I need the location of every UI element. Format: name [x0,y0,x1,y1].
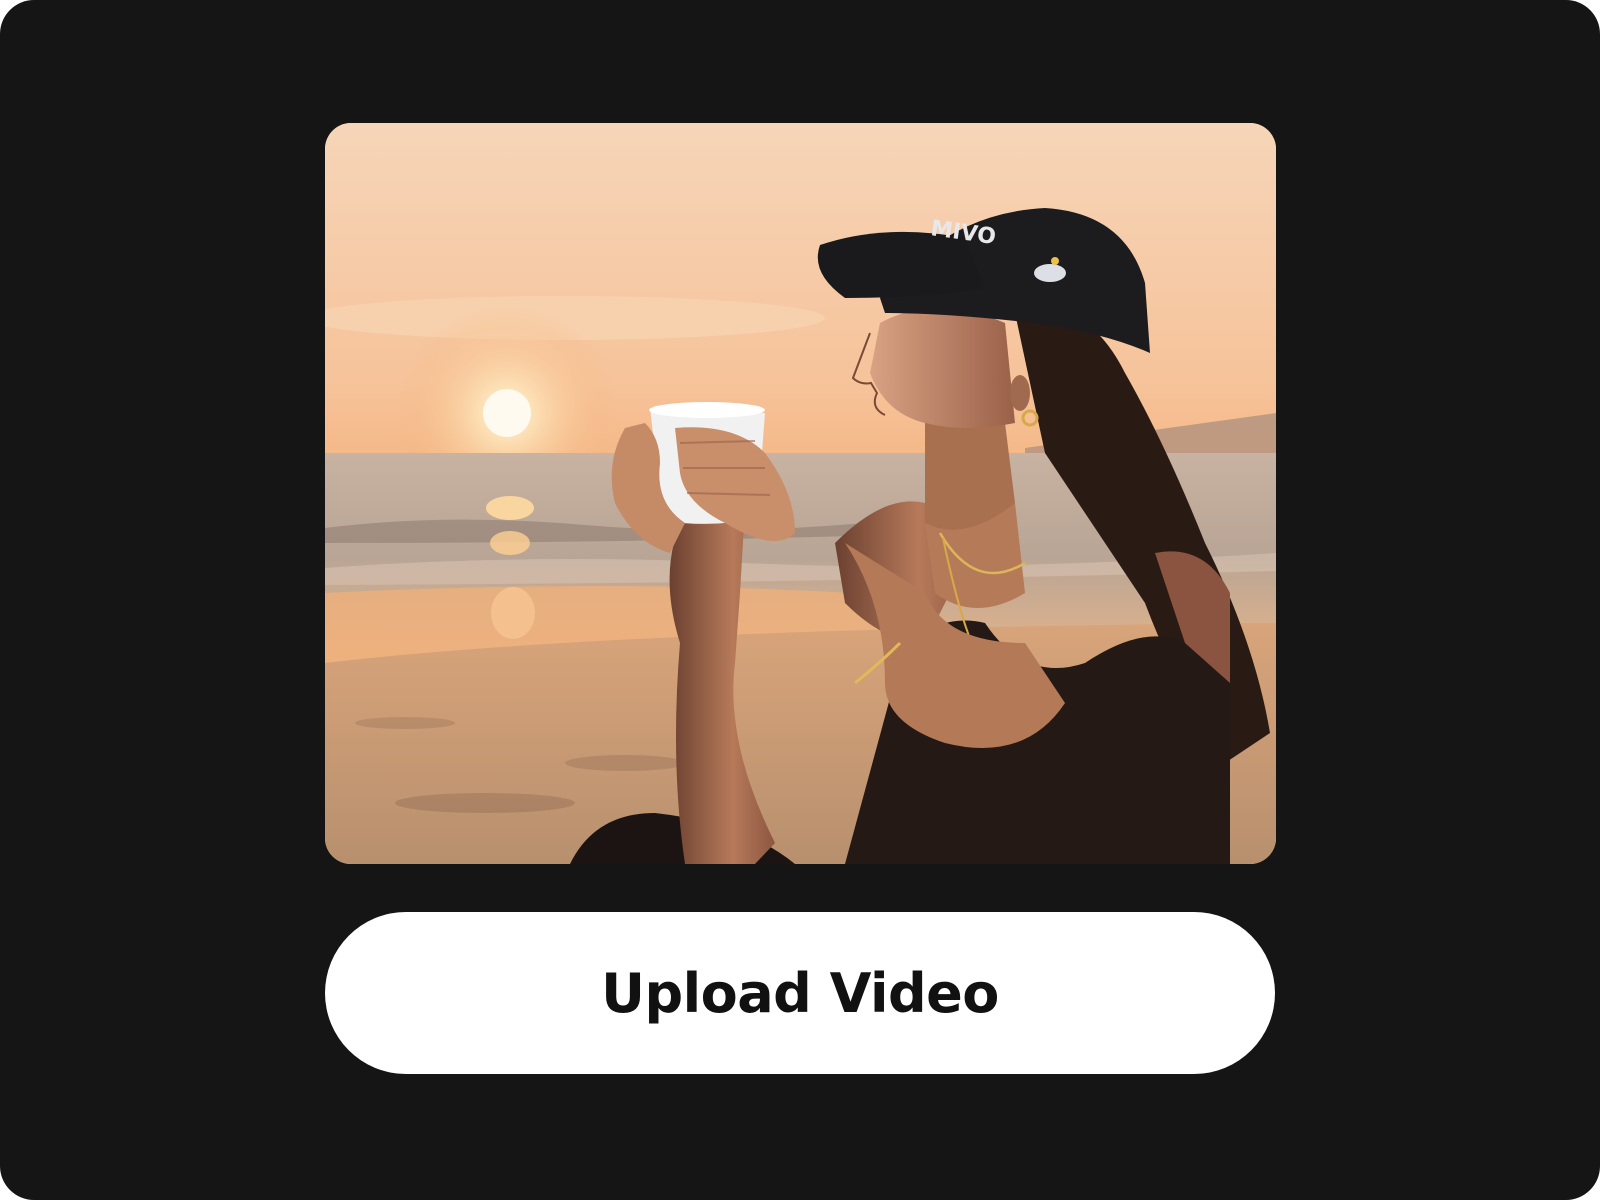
upload-video-button[interactable]: Upload Video [325,912,1275,1074]
video-preview: MIVO [325,123,1276,864]
app-card: MIVO Upload Video [0,0,1600,1200]
sunset-beach-thumbnail: MIVO [325,123,1276,864]
upload-video-label: Upload Video [601,961,999,1025]
